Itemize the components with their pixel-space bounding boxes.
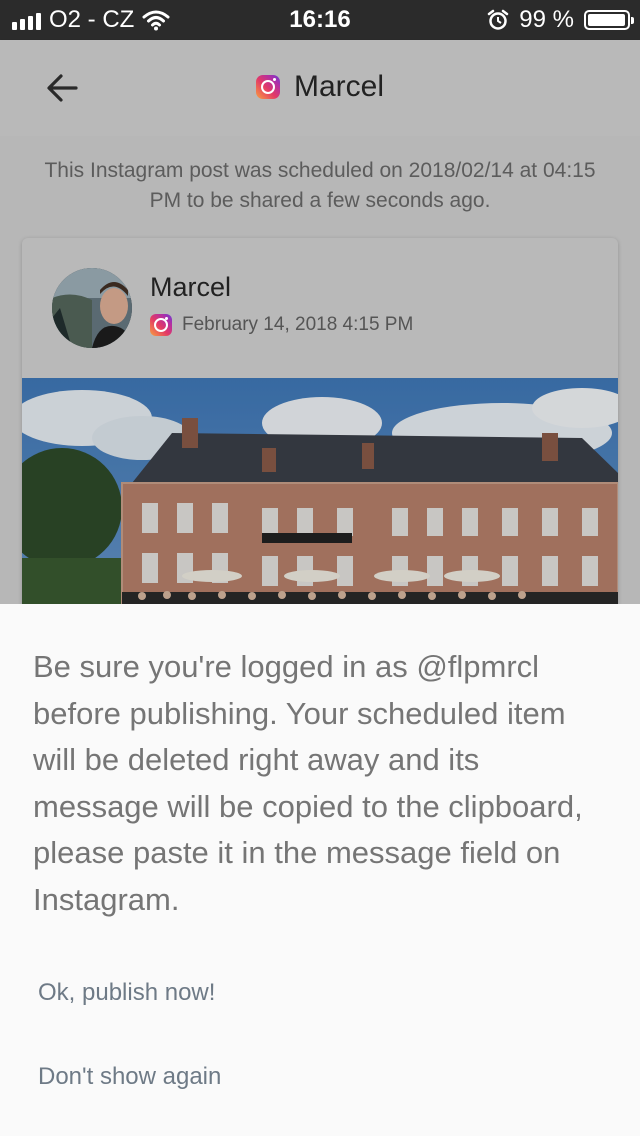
post-meta: February 14, 2018 4:15 PM bbox=[150, 314, 413, 336]
status-bar: O2 - CZ 16:16 99 % bbox=[0, 0, 640, 40]
instagram-icon bbox=[150, 314, 172, 336]
status-bar-right: 99 % bbox=[487, 6, 634, 34]
publish-bottom-sheet: Be sure you're logged in as @flpmrcl bef… bbox=[0, 604, 640, 1136]
publish-instructions-text: Be sure you're logged in as @flpmrcl bef… bbox=[33, 649, 583, 917]
avatar bbox=[52, 268, 132, 348]
dont-show-again-button[interactable]: Don't show again bbox=[38, 1063, 221, 1091]
post-timestamp: February 14, 2018 4:15 PM bbox=[182, 314, 414, 335]
battery-percentage: 99 % bbox=[519, 6, 574, 33]
instagram-icon bbox=[255, 75, 280, 99]
header-title-group: Marcel bbox=[0, 70, 640, 104]
alarm-icon bbox=[488, 9, 509, 30]
post-author: Marcel bbox=[150, 272, 232, 302]
app-header: Marcel bbox=[0, 40, 640, 136]
publish-now-button[interactable]: Ok, publish now! bbox=[38, 979, 215, 1007]
page-title: Marcel bbox=[293, 70, 384, 103]
battery-icon bbox=[584, 10, 634, 30]
schedule-info-text: This Instagram post was scheduled on 201… bbox=[44, 159, 596, 212]
